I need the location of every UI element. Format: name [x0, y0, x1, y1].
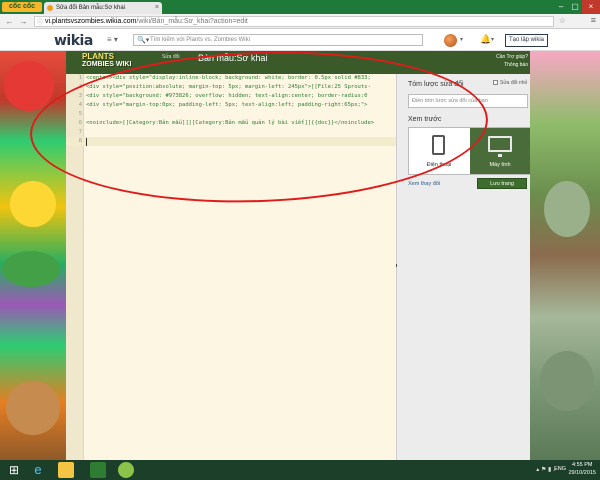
wikia-favicon-icon: [47, 5, 53, 11]
excel-icon[interactable]: [90, 462, 106, 478]
minor-edit-label: Sửa đổi nhỏ: [500, 80, 528, 86]
bookmark-star-icon[interactable]: ☆: [559, 16, 566, 25]
search-icon: 🔍▾: [137, 37, 150, 44]
chevron-down-icon[interactable]: ▾: [491, 36, 494, 43]
url-path: /wiki/Bản_mẫu:Sơ_khai?action=edit: [136, 18, 248, 25]
plant-art: [4, 61, 54, 111]
taskbar: ⊞ e ▴ ⚑ ▮ ♪ ENG 4:55 PM 29/10/2015: [0, 460, 600, 480]
avatar[interactable]: [444, 34, 457, 47]
close-window-icon[interactable]: ×: [582, 0, 600, 14]
preview-desktop-label: Máy tính: [489, 162, 511, 168]
minor-edit-checkbox[interactable]: Sửa đổi nhỏ: [493, 80, 527, 86]
language-indicator[interactable]: ENG: [554, 466, 566, 472]
save-page-button[interactable]: Lưu trang: [477, 178, 527, 189]
tab-title: Sửa đổi Bản mẫu:Sơ khai: [56, 5, 125, 11]
notice-link[interactable]: Thông báo: [496, 61, 528, 69]
show-changes-link[interactable]: Xem thay đổi: [408, 181, 440, 187]
wikia-header: wikia ≡ ▾ 🔍▾ Tìm kiếm với Plants vs. Zom…: [0, 29, 600, 51]
plant-art: [2, 251, 60, 287]
create-wiki-button[interactable]: Tạo lập wikia: [505, 34, 548, 47]
clock[interactable]: 4:55 PM 29/10/2015: [568, 461, 596, 477]
url-host: vi.plantsvszombies.wikia.com: [45, 18, 137, 25]
chevron-down-icon[interactable]: ▾: [460, 36, 463, 43]
maximize-icon[interactable]: ▢: [568, 0, 582, 14]
windows-start-icon[interactable]: ⊞: [6, 462, 22, 478]
help-link[interactable]: Cần Trợ giúp?: [496, 53, 528, 61]
plant-art: [6, 381, 60, 435]
wikia-logo[interactable]: wikia: [54, 33, 93, 49]
close-tab-icon[interactable]: ×: [155, 2, 159, 14]
search-placeholder: Tìm kiếm với Plants vs. Zombies Wiki: [150, 37, 250, 43]
file-explorer-icon[interactable]: [58, 462, 74, 478]
back-icon[interactable]: ←: [4, 16, 15, 27]
hub-menu-icon[interactable]: ≡ ▾: [107, 35, 118, 44]
zombie-art: [540, 351, 594, 411]
address-bar: ← → ⓘ vi.plantsvszombies.wikia.com/wiki/…: [0, 14, 600, 29]
bell-icon[interactable]: 🔔: [480, 34, 491, 45]
checkbox-icon[interactable]: [493, 80, 498, 85]
wiki-logo-line1: PLANTS: [82, 52, 114, 61]
browser-menu-icon[interactable]: ≡: [591, 15, 596, 25]
help-links: Cần Trợ giúp? Thông báo: [496, 53, 528, 69]
clock-date: 29/10/2015: [568, 470, 596, 476]
browser-tab-strip: cốc cốc Sửa đổi Bản mẫu:Sơ khai × – ▢ ×: [0, 0, 600, 14]
url-field[interactable]: ⓘ vi.plantsvszombies.wikia.com/wiki/Bản_…: [34, 16, 554, 27]
search-input[interactable]: 🔍▾ Tìm kiếm với Plants vs. Zombies Wiki: [133, 34, 423, 46]
coccoc-browser-icon[interactable]: [118, 462, 134, 478]
desktop-icon: [488, 136, 512, 157]
window-controls: – ▢ ×: [554, 0, 600, 14]
page-info-icon[interactable]: ⓘ: [37, 18, 43, 28]
background-art-right: [530, 51, 600, 460]
forward-icon[interactable]: →: [18, 16, 29, 27]
system-tray-icons[interactable]: ▴ ⚑ ▮ ♪: [536, 466, 556, 473]
browser-tab[interactable]: Sửa đổi Bản mẫu:Sơ khai ×: [44, 2, 162, 14]
browser-logo[interactable]: cốc cốc: [2, 2, 42, 12]
clock-time: 4:55 PM: [571, 462, 593, 468]
zombie-art: [544, 181, 590, 237]
plant-art: [10, 181, 56, 227]
internet-explorer-icon[interactable]: e: [30, 462, 46, 478]
minimize-icon[interactable]: –: [554, 0, 568, 14]
line-number: 1: [78, 75, 82, 81]
